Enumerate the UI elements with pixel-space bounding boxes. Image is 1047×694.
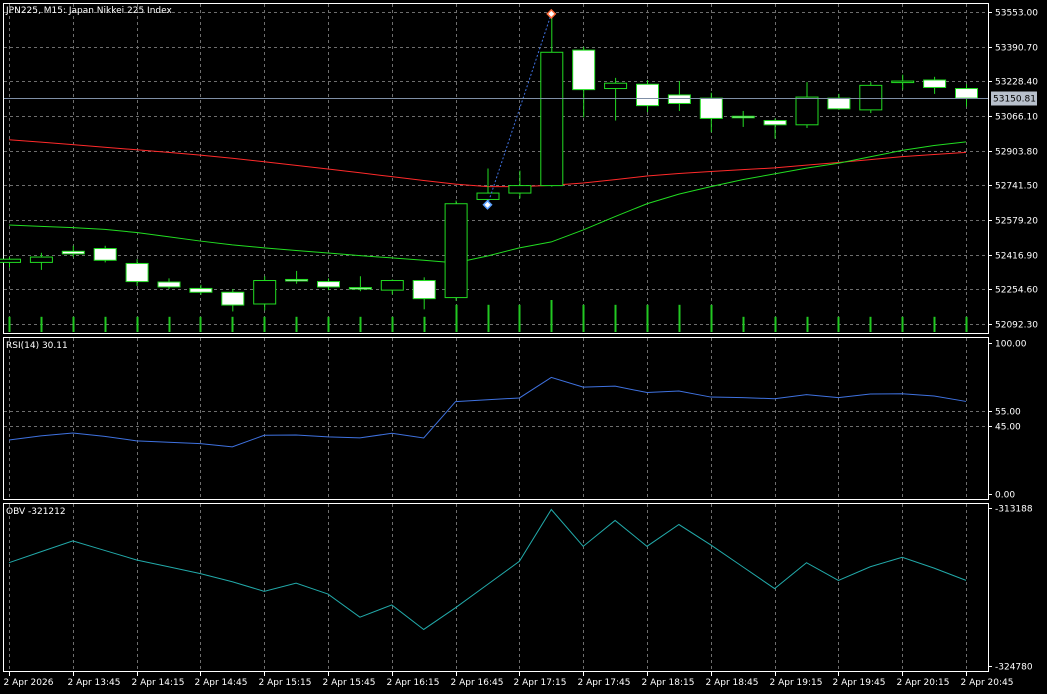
candle-bearish xyxy=(572,49,596,91)
candle-bearish xyxy=(221,291,245,306)
axis-labels: 53553.00 53390.70 53228.40 53066.10 52903.80… xyxy=(4,6,1039,688)
x-tick-label: 2 Apr 16:15 xyxy=(387,678,440,688)
candle-bearish xyxy=(955,88,978,99)
candle-bullish xyxy=(29,256,53,263)
x-tick-label: 2 Apr 19:45 xyxy=(833,678,886,688)
x-tick-label: 2 Apr 2026 xyxy=(4,678,54,688)
rsi-tick-label: 45.00 xyxy=(995,423,1021,433)
candle-bullish xyxy=(508,185,532,194)
candle-bearish xyxy=(699,97,723,119)
candle-bullish xyxy=(604,82,628,90)
rsi-tick-label: 100.00 xyxy=(995,340,1027,350)
obv-tick-label: -313188 xyxy=(995,505,1033,515)
candle-bullish xyxy=(859,84,883,111)
x-tick-label: 2 Apr 14:15 xyxy=(132,678,185,688)
obv-tick-label: -324780 xyxy=(995,663,1033,673)
x-tick-label: 2 Apr 17:15 xyxy=(514,678,567,688)
buy-marker-icon xyxy=(482,199,493,210)
candle-bearish xyxy=(348,287,372,290)
panel-frame-1 xyxy=(3,337,989,500)
y-tick-label: 52254.60 xyxy=(995,286,1038,296)
candle-bearish xyxy=(412,280,436,300)
rsi-tick-label: 55.00 xyxy=(995,408,1021,418)
y-tick-label: 53066.10 xyxy=(995,113,1038,123)
candle-bullish xyxy=(795,96,819,126)
y-tick-label: 52416.90 xyxy=(995,252,1038,262)
axis-ticks xyxy=(9,12,992,676)
y-tick-label: 53553.00 xyxy=(995,9,1038,19)
chart-title: JPN225, M15: Japan Nikkei 225 Index xyxy=(5,6,173,16)
candle-bearish xyxy=(827,97,851,110)
candle-bearish xyxy=(285,278,309,282)
x-tick-label: 2 Apr 14:45 xyxy=(195,678,248,688)
current-price-label: 53150.81 xyxy=(993,95,1036,105)
y-tick-label: 53390.70 xyxy=(995,44,1038,54)
x-tick-label: 2 Apr 16:45 xyxy=(451,678,504,688)
candle-bullish xyxy=(444,203,468,299)
y-tick-label: 52741.50 xyxy=(995,182,1038,192)
rsi-tick-label: 0.00 xyxy=(995,491,1015,501)
panel-frame-2 xyxy=(3,503,989,672)
rsi-title: RSI(14) 30.11 xyxy=(6,341,68,351)
candle-bullish xyxy=(380,280,404,291)
candle-bearish xyxy=(61,250,85,255)
candle-bullish xyxy=(476,192,500,200)
chart-area: 53553.00 53390.70 53228.40 53066.10 52903.80… xyxy=(0,3,1039,688)
y-tick-label: 52579.20 xyxy=(995,217,1038,227)
obv-title: OBV -321212 xyxy=(6,507,66,517)
rsi-line xyxy=(8,376,967,448)
candle-bullish xyxy=(0,258,21,263)
x-tick-label: 2 Apr 18:15 xyxy=(642,678,695,688)
candle-bullish xyxy=(891,80,915,84)
panel-frame-0 xyxy=(3,3,989,334)
candle-bearish xyxy=(93,248,117,261)
x-tick-label: 2 Apr 18:45 xyxy=(706,678,759,688)
x-tick-label: 2 Apr 17:45 xyxy=(578,678,631,688)
candle-bearish xyxy=(636,83,659,107)
candle-bearish xyxy=(763,120,787,126)
candle-bullish xyxy=(540,51,564,187)
candle-bearish xyxy=(317,281,340,288)
candle-bearish xyxy=(125,262,149,283)
rsi-panel xyxy=(8,376,967,448)
candle-bearish xyxy=(189,287,213,293)
obv-line xyxy=(8,508,967,631)
x-tick-label: 2 Apr 13:45 xyxy=(68,678,121,688)
x-tick-label: 2 Apr 20:45 xyxy=(961,678,1014,688)
x-tick-label: 2 Apr 15:45 xyxy=(323,678,376,688)
candle-bullish xyxy=(253,280,277,305)
obv-panel xyxy=(8,508,967,631)
candle-bearish xyxy=(731,115,755,119)
x-tick-label: 2 Apr 19:15 xyxy=(770,678,823,688)
sell-marker-icon xyxy=(546,8,557,19)
candle-bearish xyxy=(667,94,691,104)
x-tick-label: 2 Apr 15:15 xyxy=(259,678,312,688)
main-price-panel xyxy=(0,8,988,332)
x-tick-label: 2 Apr 20:15 xyxy=(897,678,950,688)
y-tick-label: 53228.40 xyxy=(995,78,1038,88)
candle-bearish xyxy=(923,79,947,88)
candle-bearish xyxy=(157,281,181,288)
y-tick-label: 52092.30 xyxy=(995,321,1038,331)
y-tick-label: 52903.80 xyxy=(995,148,1038,158)
